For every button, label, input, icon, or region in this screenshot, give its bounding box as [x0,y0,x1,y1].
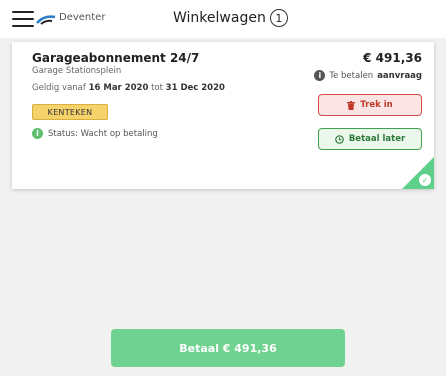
check-icon: ✓ [419,174,431,186]
page-title: Winkelwagen [173,10,266,26]
page-title-group: Winkelwagen 1 [173,9,288,27]
withdraw-label: Trek in [360,100,393,110]
pay-later-label: Betaal later [348,134,406,144]
validity-mid: tot [151,83,163,93]
clock-icon [335,134,344,144]
status-text: Status: Wacht op betaling [48,128,158,139]
item-price: € 491,36 [363,51,422,65]
validity-prefix: Geldig vanaf [32,83,86,93]
product-name: Garageabonnement 24/7 [32,51,200,65]
trash-icon [347,100,356,110]
pay-later-button[interactable]: Betaal later [318,128,422,150]
status-row: i Status: Wacht op betaling [32,128,158,139]
top-bar: Deventer Winkelwagen 1 [0,0,446,38]
pay-button[interactable]: Betaal € 491,36 [111,329,345,367]
cart-count-badge: 1 [269,9,288,27]
cart-item-card: Garageabonnement 24/7 Garage Stationsple… [12,42,434,189]
city-label: Deventer [59,12,106,23]
product-location: Garage Stationsplein [32,66,122,76]
withdraw-button[interactable]: Trek in [318,94,422,116]
logo-icon [36,15,56,25]
menu-icon[interactable] [12,11,34,27]
info-icon: i [32,128,43,139]
validity-period: Geldig vanaf 16 Mar 2020 tot 31 Dec 2020 [32,83,225,93]
license-plate-button[interactable]: KENTEKEN [32,104,108,120]
pay-info-prefix: Te betalen [329,70,374,81]
info-icon: i [314,70,326,81]
valid-to: 31 Dec 2020 [165,83,225,93]
pay-info-bold: aanvraag [377,70,422,81]
valid-from: 16 Mar 2020 [88,83,149,93]
payment-info: i Te betalen aanvraag [314,70,422,81]
